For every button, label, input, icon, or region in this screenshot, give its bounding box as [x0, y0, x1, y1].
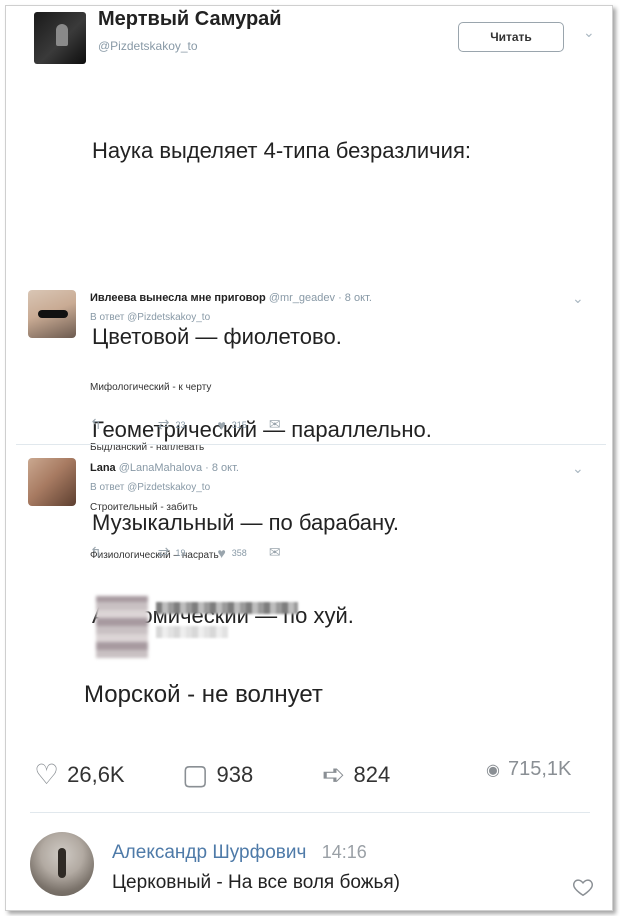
- heart-icon[interactable]: ♥: [217, 545, 225, 561]
- commenter-name[interactable]: Александр Шурфович: [112, 842, 306, 863]
- reply-icon[interactable]: ↰: [90, 544, 102, 561]
- views-count: 715,1K: [507, 758, 572, 780]
- eye-icon: ◉: [486, 761, 500, 779]
- retweet-icon[interactable]: ⇄: [158, 544, 170, 561]
- comment-count: 938: [216, 761, 254, 787]
- sunglasses-icon: [38, 310, 68, 318]
- views-stat: ◉ 715,1K: [486, 758, 571, 781]
- reply-line: Мифологический - к черту: [90, 382, 212, 393]
- reply-avatar[interactable]: [28, 458, 76, 506]
- divider: [30, 812, 590, 813]
- reply-to-label[interactable]: В ответ @Pizdetskakoy_to: [90, 312, 210, 323]
- message-icon[interactable]: ✉: [269, 416, 281, 433]
- commenter-avatar[interactable]: [30, 832, 94, 896]
- like-stat[interactable]: ♡ 26,6K: [34, 758, 125, 791]
- heart-outline-icon[interactable]: ♡: [34, 758, 59, 791]
- reply-icon[interactable]: ↰: [90, 416, 102, 433]
- comment-stat[interactable]: ▢ 938: [182, 758, 253, 791]
- divider: [16, 444, 606, 445]
- retweet-icon[interactable]: ⇄: [158, 416, 170, 433]
- chevron-down-icon[interactable]: ⌄: [572, 290, 584, 307]
- blurred-author-name: [156, 602, 298, 614]
- comment-time: 14:16: [321, 842, 367, 862]
- reply-line: Быдланский - наплевать: [90, 442, 205, 453]
- reply-author-handle[interactable]: @LanaMahalova: [119, 462, 202, 474]
- reply-avatar[interactable]: [28, 290, 76, 338]
- reply-header: Ивлеева вынесла мне приговор @mr_geadev …: [90, 292, 372, 304]
- reply-date: · 8 окт.: [205, 462, 239, 474]
- like-count: 358: [231, 547, 247, 558]
- reply-to-label[interactable]: В ответ @Pizdetskakoy_to: [90, 482, 210, 493]
- heart-outline-icon[interactable]: [572, 876, 594, 898]
- share-icon[interactable]: ➪: [322, 758, 345, 791]
- reply-actions: ↰ ⇄ 23 ♥ 315 ✉: [90, 416, 281, 433]
- chevron-down-icon[interactable]: ⌄: [572, 460, 584, 477]
- share-count: 824: [353, 761, 391, 787]
- reply-author-name[interactable]: Ивлеева вынесла мне приговор: [90, 292, 266, 304]
- share-stat[interactable]: ➪ 824: [322, 758, 390, 791]
- tweet-line: Наука выделяет 4-типа безразличия:: [92, 138, 471, 163]
- heart-icon[interactable]: ♥: [217, 417, 225, 433]
- comment-header: Александр Шурфович 14:16: [112, 842, 367, 864]
- reply-author-name[interactable]: Lana: [90, 462, 116, 474]
- comment-text: Церковный - На все воля божья): [112, 872, 400, 893]
- reply-date: · 8 окт.: [338, 292, 372, 304]
- retweet-count: 19: [175, 547, 186, 558]
- like-count: 26,6K: [67, 761, 125, 787]
- blurred-avatar: [96, 596, 148, 658]
- reply-actions: ↰ ⇄ 19 ♥ 358 ✉: [90, 544, 281, 561]
- message-icon[interactable]: ✉: [269, 544, 281, 561]
- like-count: 315: [231, 419, 247, 430]
- reply-header: Lana @LanaMahalova · 8 окт.: [90, 462, 239, 474]
- author-handle[interactable]: @Pizdetskakoy_to: [98, 39, 198, 53]
- retweet-count: 23: [175, 419, 186, 430]
- comment-icon[interactable]: ▢: [182, 758, 208, 791]
- author-name[interactable]: Мертвый Самурай: [98, 8, 282, 31]
- reply-author-handle[interactable]: @mr_geadev: [269, 292, 335, 304]
- author-avatar[interactable]: [34, 12, 86, 64]
- tweet-line: [92, 228, 471, 259]
- screenshot-frame: Мертвый Самурай @Pizdetskakoy_to Читать …: [5, 5, 613, 911]
- chevron-down-icon[interactable]: ⌄: [583, 24, 595, 41]
- follow-button[interactable]: Читать: [458, 22, 564, 52]
- post-text: Морской - не волнует: [84, 681, 323, 708]
- blurred-timestamp: [156, 626, 228, 638]
